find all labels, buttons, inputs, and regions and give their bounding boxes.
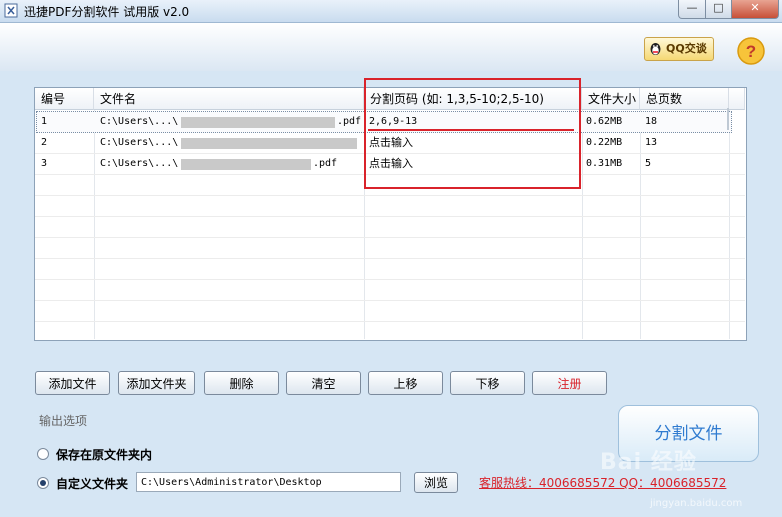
column-header-file-size[interactable]: 文件大小 <box>582 88 640 110</box>
add-folder-button[interactable]: 添加文件夹 <box>118 371 195 395</box>
baidu-watermark-url: jingyan.baidu.com <box>650 498 743 509</box>
row-divider <box>35 216 745 217</box>
column-header-total-pages[interactable]: 总页数 <box>640 88 729 110</box>
column-header-filename[interactable]: 文件名 <box>94 88 364 110</box>
row-divider <box>35 300 745 301</box>
row-filename: C:\Users\...\ <box>100 137 179 148</box>
column-divider <box>729 110 730 339</box>
title-bar: 迅捷PDF分割软件 试用版 v2.0 — □ ✕ <box>0 0 782 23</box>
qq-penguin-icon <box>650 43 661 55</box>
row-divider <box>35 195 745 196</box>
row-total-pages: 5 <box>645 158 652 169</box>
close-button[interactable]: ✕ <box>731 0 779 19</box>
row-file-size: 0.31MB <box>586 158 623 169</box>
column-divider <box>94 110 95 339</box>
row-divider <box>35 279 745 280</box>
column-divider <box>640 110 641 339</box>
qq-chat-label: QQ交谈 <box>666 42 707 55</box>
row-filename: C:\Users\...\ <box>100 116 179 127</box>
move-down-button[interactable]: 下移 <box>450 371 525 395</box>
row-id: 1 <box>41 116 48 127</box>
annotation-highlight-box <box>364 78 581 189</box>
baidu-watermark: Bai 经验 <box>600 450 697 475</box>
radio-selected-dot <box>40 480 46 486</box>
help-glyph: ? <box>746 42 756 61</box>
row-total-pages: 13 <box>645 137 658 148</box>
row-filename: C:\Users\...\ <box>100 158 179 169</box>
row-divider <box>35 321 745 322</box>
register-button[interactable]: 注册 <box>532 371 607 395</box>
output-path-field[interactable]: C:\Users\Administrator\Desktop <box>136 472 401 492</box>
support-hotline-link[interactable]: 客服热线：4006685572 QQ：4006685572 <box>479 474 726 491</box>
annotation-underline <box>368 129 574 131</box>
row-file-size: 0.62MB <box>586 116 623 127</box>
output-options-label: 输出选项 <box>39 414 88 428</box>
redacted-filename <box>181 159 311 170</box>
radio-custom-folder[interactable] <box>37 477 49 489</box>
minimize-button[interactable]: — <box>678 0 706 19</box>
row-divider <box>35 237 745 238</box>
column-divider <box>582 110 583 339</box>
window-title: 迅捷PDF分割软件 试用版 v2.0 <box>24 5 190 19</box>
add-file-button[interactable]: 添加文件 <box>35 371 110 395</box>
move-up-button[interactable]: 上移 <box>368 371 443 395</box>
radio-custom-folder-label[interactable]: 自定义文件夹 <box>56 475 128 492</box>
qq-chat-button[interactable]: QQ交谈 <box>644 37 714 61</box>
row-id: 2 <box>41 137 48 148</box>
help-icon[interactable]: ? <box>736 36 766 66</box>
maximize-button[interactable]: □ <box>705 0 732 19</box>
row-file-size: 0.22MB <box>586 137 623 148</box>
app-icon <box>4 3 18 18</box>
clear-button[interactable]: 清空 <box>286 371 361 395</box>
redacted-filename <box>181 117 335 128</box>
column-header-filler <box>729 88 745 110</box>
browse-button[interactable]: 浏览 <box>414 472 458 493</box>
row-filename-ext: .pdf <box>337 116 362 127</box>
row-scroll-marker <box>727 108 729 130</box>
row-divider <box>35 258 745 259</box>
redacted-filename <box>181 138 357 149</box>
delete-button[interactable]: 删除 <box>204 371 279 395</box>
radio-original-folder[interactable] <box>37 448 49 460</box>
row-id: 3 <box>41 158 48 169</box>
row-filename-ext: .pdf <box>313 158 338 169</box>
row-total-pages: 18 <box>645 116 658 127</box>
column-header-id[interactable]: 编号 <box>35 88 94 110</box>
radio-original-folder-label[interactable]: 保存在原文件夹内 <box>56 446 152 463</box>
